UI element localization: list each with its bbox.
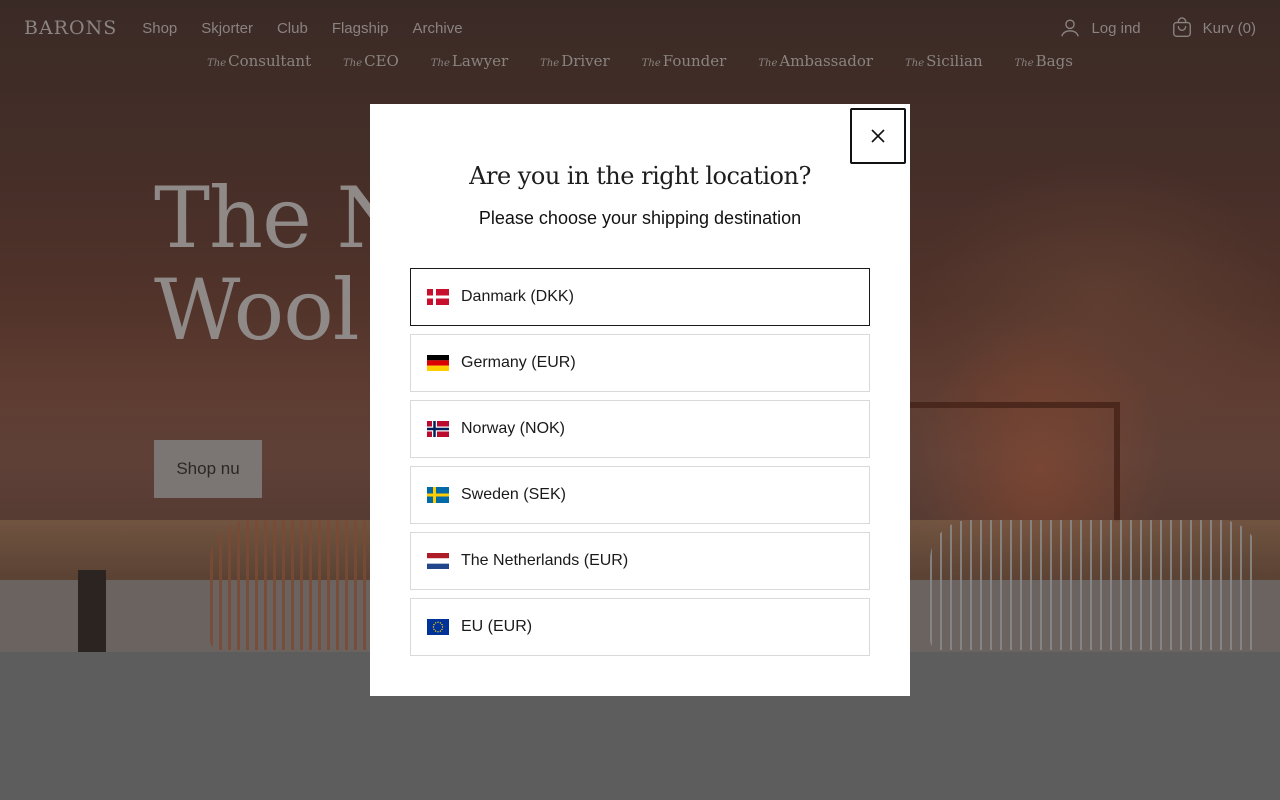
denmark-flag-icon (427, 289, 449, 305)
close-icon (871, 129, 885, 143)
country-label: Norway (NOK) (461, 420, 566, 437)
country-label: EU (EUR) (461, 618, 533, 635)
country-label: Danmark (DKK) (461, 288, 574, 305)
eu-flag-icon (427, 619, 449, 635)
germany-flag-icon (427, 355, 449, 371)
country-label: Germany (EUR) (461, 354, 576, 371)
close-button[interactable] (850, 108, 906, 164)
country-option-denmark[interactable]: Danmark (DKK) (410, 268, 870, 326)
norway-flag-icon (427, 421, 449, 437)
country-label: Sweden (SEK) (461, 486, 566, 503)
location-modal: Are you in the right location? Please ch… (370, 104, 910, 696)
country-option-eu[interactable]: EU (EUR) (410, 598, 870, 656)
modal-title: Are you in the right location? (469, 162, 811, 190)
country-option-norway[interactable]: Norway (NOK) (410, 400, 870, 458)
sweden-flag-icon (427, 487, 449, 503)
country-label: The Netherlands (EUR) (461, 552, 629, 569)
country-option-sweden[interactable]: Sweden (SEK) (410, 466, 870, 524)
netherlands-flag-icon (427, 553, 449, 569)
modal-subtitle: Please choose your shipping destination (478, 208, 802, 228)
country-option-germany[interactable]: Germany (EUR) (410, 334, 870, 392)
country-option-netherlands[interactable]: The Netherlands (EUR) (410, 532, 870, 590)
country-list: Danmark (DKK) Germany (EUR) Norway (NOK)… (410, 268, 870, 664)
